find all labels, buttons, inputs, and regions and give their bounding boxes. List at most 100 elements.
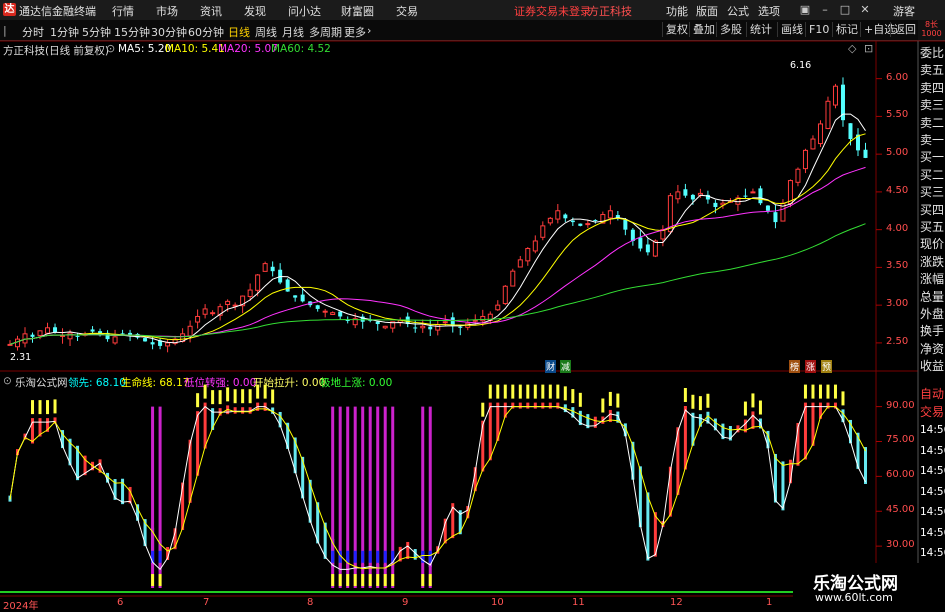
price-tick: 4.50 xyxy=(886,184,909,196)
quote-label[interactable]: 现价 xyxy=(920,235,945,252)
low-turn-bar xyxy=(331,550,335,563)
candle-body xyxy=(420,325,426,329)
candle-body xyxy=(195,315,201,323)
low-turn-bar xyxy=(346,574,350,587)
candle-body xyxy=(75,335,80,337)
quote-label[interactable]: 卖四 xyxy=(920,78,945,95)
quote-label[interactable]: 外盘 xyxy=(920,305,945,321)
candle-body xyxy=(638,237,643,249)
candle-body xyxy=(563,214,568,219)
marker-zhang[interactable]: 涨 xyxy=(805,360,817,373)
strong-signal-bar xyxy=(233,389,237,404)
strong-signal-bar xyxy=(683,387,687,402)
quote-label[interactable]: 买一 xyxy=(920,148,945,165)
strong-signal-bar xyxy=(263,384,267,399)
indicator-tick: 45.00 xyxy=(886,504,915,516)
date-tick: 6 xyxy=(117,597,124,608)
low-turn-bar xyxy=(383,574,387,587)
candle-body xyxy=(285,279,290,292)
indicator-bar xyxy=(203,402,207,449)
quote-label[interactable]: 卖一 xyxy=(920,131,945,147)
indicator-tick: 30.00 xyxy=(886,539,915,551)
candle-body xyxy=(645,244,650,253)
candle-body xyxy=(90,329,95,332)
strong-signal-bar xyxy=(826,384,830,399)
candle-body xyxy=(202,308,208,315)
candle-body xyxy=(53,327,58,333)
auto-trade-label[interactable]: 交易 xyxy=(920,403,945,420)
indicator-tick: 75.00 xyxy=(886,434,915,446)
strong-signal-bar xyxy=(556,384,560,399)
low-turn-bar xyxy=(383,550,387,563)
candle-body xyxy=(15,338,21,348)
candle-body xyxy=(270,266,275,272)
candle-body xyxy=(652,240,658,257)
indicator-bar xyxy=(803,402,807,460)
low-turn-bar xyxy=(331,574,335,587)
quote-label[interactable]: 买四 xyxy=(920,200,945,217)
candle-body xyxy=(517,259,523,268)
candle-body xyxy=(30,334,35,337)
candle-body xyxy=(525,248,531,262)
candle-body xyxy=(555,210,561,220)
candle-body xyxy=(585,223,591,226)
quote-label[interactable]: 买五 xyxy=(920,218,945,234)
candle-body xyxy=(300,294,305,302)
indicator-tick: 90.00 xyxy=(886,399,915,411)
strong-signal-bar xyxy=(256,384,260,399)
candle-body xyxy=(743,195,748,197)
watermark: 乐淘公式网 www.60lt.com xyxy=(793,563,945,609)
quote-label[interactable]: 卖三 xyxy=(920,96,945,113)
strong-signal-bar xyxy=(226,387,230,402)
candle-body xyxy=(765,205,770,211)
date-tick: 7 xyxy=(203,597,210,608)
quote-label[interactable]: 买三 xyxy=(920,183,945,200)
candle-body xyxy=(593,219,598,221)
candle-body xyxy=(607,210,613,219)
strong-signal-bar xyxy=(811,384,815,399)
strong-signal-bar xyxy=(743,401,747,416)
marker-bang[interactable]: 榜 xyxy=(789,360,801,373)
marker-cai[interactable]: 财 xyxy=(545,360,557,373)
quote-label[interactable]: 卖五 xyxy=(920,61,945,78)
kline-chart[interactable] xyxy=(0,0,945,609)
quote-label[interactable]: 涨幅 xyxy=(920,270,945,287)
candle-body xyxy=(773,212,778,223)
strong-signal-bar xyxy=(818,384,822,399)
date-tick: 1 xyxy=(766,597,773,608)
strong-signal-bar xyxy=(841,391,845,406)
date-tick: 11 xyxy=(572,597,585,608)
strong-signal-bar xyxy=(203,384,207,399)
quote-label[interactable]: 换手 xyxy=(920,322,945,339)
quote-label[interactable]: 净资 xyxy=(920,339,945,356)
candle-body xyxy=(210,312,216,315)
quote-label[interactable]: 买二 xyxy=(920,165,945,182)
indicator-bar xyxy=(488,402,492,461)
marker-jian[interactable]: 减 xyxy=(560,360,572,373)
marker-yu[interactable]: 预 xyxy=(821,360,833,373)
quote-label[interactable]: 卖二 xyxy=(920,113,945,130)
low-turn-bar xyxy=(376,574,380,587)
low-price-label: 2.31 xyxy=(10,352,32,363)
price-tick: 4.00 xyxy=(886,222,909,234)
candle-body xyxy=(37,330,43,336)
strong-signal-bar xyxy=(571,389,575,404)
quote-label[interactable]: 委比 xyxy=(920,44,945,60)
quote-label[interactable]: 涨跌 xyxy=(920,252,945,269)
candle-body xyxy=(413,327,418,329)
price-tick: 5.50 xyxy=(886,109,909,121)
indicator-bar xyxy=(751,411,755,429)
candle-body xyxy=(247,289,253,297)
candle-body xyxy=(112,336,118,344)
strong-signal-bar xyxy=(196,393,200,408)
strong-signal-bar xyxy=(241,389,245,404)
auto-trade-label[interactable]: 自动 xyxy=(920,385,945,402)
strong-signal-bar xyxy=(563,386,567,401)
date-tick: 9 xyxy=(402,597,409,608)
time-label: 14:56 xyxy=(920,506,945,518)
quote-label[interactable]: 收益 xyxy=(920,357,945,374)
candle-body xyxy=(315,305,320,309)
candle-body xyxy=(795,168,801,183)
low-turn-bar xyxy=(428,574,432,587)
quote-label[interactable]: 总量 xyxy=(920,287,945,304)
